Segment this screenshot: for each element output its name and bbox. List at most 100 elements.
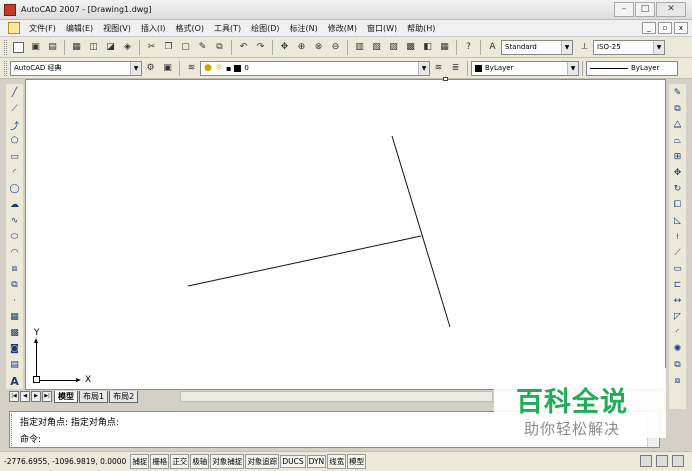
- toolbar-grip[interactable]: [4, 60, 7, 76]
- copy-object-icon[interactable]: ⧉: [671, 102, 685, 116]
- linetype-select[interactable]: ByLayer: [586, 60, 678, 76]
- explode-icon[interactable]: ✺: [671, 342, 685, 356]
- menu-insert[interactable]: 插入(I): [136, 23, 171, 34]
- drawing-area[interactable]: Y X: [25, 79, 666, 390]
- paste-icon[interactable]: ▢: [178, 40, 193, 55]
- polygon-icon[interactable]: ⬠: [8, 134, 22, 148]
- markup-icon[interactable]: ◧: [420, 40, 435, 55]
- scale-icon[interactable]: ⧠: [671, 198, 685, 212]
- make-current-layer-icon[interactable]: ≋: [431, 61, 446, 76]
- arc-icon[interactable]: ◜: [8, 166, 22, 180]
- doc-close-button[interactable]: x: [674, 22, 688, 34]
- menu-draw[interactable]: 绘图(D): [246, 23, 284, 34]
- menu-window[interactable]: 窗口(W): [362, 23, 402, 34]
- last-tab-icon[interactable]: ▶|: [42, 391, 52, 402]
- layer-previous-icon[interactable]: ≣: [448, 61, 463, 76]
- line-tool-icon[interactable]: ╱: [8, 86, 22, 100]
- layer-tools-icon[interactable]: ⧈: [671, 374, 685, 388]
- zoom-window-icon[interactable]: ⊗: [311, 40, 326, 55]
- ellipse-arc-icon[interactable]: ◠: [8, 246, 22, 260]
- revision-cloud-icon[interactable]: ☁: [8, 198, 22, 212]
- chamfer-icon[interactable]: ◸: [671, 310, 685, 324]
- block-editor-icon[interactable]: ⧉: [212, 40, 227, 55]
- workspace-select[interactable]: AutoCAD 经典 ▼: [10, 60, 142, 76]
- hatch-icon[interactable]: ▦: [8, 310, 22, 324]
- point-icon[interactable]: ·: [8, 294, 22, 308]
- layer-manager-icon[interactable]: ≋: [184, 61, 199, 76]
- command-window-grip[interactable]: [11, 414, 14, 446]
- polar-toggle[interactable]: 极轴: [190, 454, 210, 469]
- menu-edit[interactable]: 编辑(E): [61, 23, 98, 34]
- circle-icon[interactable]: ◯: [8, 182, 22, 196]
- toolbar-grip[interactable]: [4, 39, 7, 55]
- ortho-toggle[interactable]: 正交: [170, 454, 190, 469]
- pan-icon[interactable]: ✥: [277, 40, 292, 55]
- undo-icon[interactable]: ↶: [236, 40, 251, 55]
- otrack-toggle[interactable]: 对象追踪: [245, 454, 280, 469]
- model-toggle[interactable]: 模型: [347, 454, 367, 469]
- gradient-icon[interactable]: ▩: [8, 326, 22, 340]
- doc-restore-button[interactable]: ▫: [658, 22, 672, 34]
- command-prompt[interactable]: 命令:: [20, 432, 41, 445]
- multiline-text-icon[interactable]: A: [8, 374, 22, 388]
- match-properties-icon[interactable]: ✎: [195, 40, 210, 55]
- menu-help[interactable]: 帮助(H): [402, 23, 440, 34]
- spline-icon[interactable]: ∿: [8, 214, 22, 228]
- stretch-icon[interactable]: ◺: [671, 214, 685, 228]
- break-icon[interactable]: ⊏: [671, 278, 685, 292]
- tool-palettes-icon[interactable]: ▨: [386, 40, 401, 55]
- snap-toggle[interactable]: 捕捉: [130, 454, 150, 469]
- fillet-icon[interactable]: ◜: [671, 326, 685, 340]
- ducs-toggle[interactable]: DUCS: [280, 455, 306, 468]
- doc-minimize-button[interactable]: _: [642, 22, 656, 34]
- coordinate-readout[interactable]: -2776.6955, -1096.9819, 0.0000: [4, 457, 126, 466]
- dyn-toggle[interactable]: DYN: [306, 455, 327, 468]
- text-style-icon[interactable]: A: [485, 40, 500, 55]
- zoom-realtime-icon[interactable]: ⊕: [294, 40, 309, 55]
- save-icon[interactable]: ▤: [45, 40, 60, 55]
- tab-model[interactable]: 模型: [54, 390, 78, 403]
- rectangle-icon[interactable]: ▭: [8, 150, 22, 164]
- dim-style-select[interactable]: ISO-25 ▼: [593, 39, 665, 55]
- table-icon[interactable]: ▤: [8, 358, 22, 372]
- osnap-toggle[interactable]: 对象捕捉: [210, 454, 245, 469]
- workspace-settings-icon[interactable]: ⚙: [143, 61, 158, 76]
- drawing-line-a[interactable]: [187, 235, 422, 287]
- region-icon[interactable]: ◙: [8, 342, 22, 356]
- open-file-icon[interactable]: ▣: [28, 40, 43, 55]
- tab-layout2[interactable]: 布局2: [109, 390, 139, 403]
- break-at-point-icon[interactable]: ▭: [671, 262, 685, 276]
- offset-icon[interactable]: ⏢: [671, 134, 685, 148]
- construction-line-icon[interactable]: ⟋: [8, 102, 22, 116]
- lock-toolbar-icon[interactable]: [656, 455, 668, 467]
- cut-icon[interactable]: ✂: [144, 40, 159, 55]
- trim-icon[interactable]: ⟊: [671, 230, 685, 244]
- lineweight-toggle[interactable]: 线宽: [327, 454, 347, 469]
- make-block-icon[interactable]: ⧉: [8, 278, 22, 292]
- properties-icon[interactable]: ▥: [352, 40, 367, 55]
- menu-tools[interactable]: 工具(T): [209, 23, 246, 34]
- redo-icon[interactable]: ↷: [253, 40, 268, 55]
- menu-view[interactable]: 视图(V): [98, 23, 136, 34]
- layer-select[interactable]: ● ☼ ▪ 0 ▼: [200, 60, 430, 76]
- prev-tab-icon[interactable]: ◀: [20, 391, 30, 402]
- rotate-icon[interactable]: ↻: [671, 182, 685, 196]
- join-icon[interactable]: ↔: [671, 294, 685, 308]
- menu-modify[interactable]: 修改(M): [323, 23, 362, 34]
- design-center-icon[interactable]: ▧: [369, 40, 384, 55]
- copy-icon[interactable]: ❐: [161, 40, 176, 55]
- horizontal-scrollbar[interactable]: [180, 391, 493, 402]
- drawing-line-b[interactable]: [391, 135, 451, 328]
- menu-file[interactable]: 文件(F): [24, 23, 61, 34]
- print-icon[interactable]: ▦: [69, 40, 84, 55]
- ellipse-icon[interactable]: ⬭: [8, 230, 22, 244]
- communication-center-icon[interactable]: [640, 455, 652, 467]
- workspace-save-icon[interactable]: ▣: [160, 61, 175, 76]
- grid-toggle[interactable]: 栅格: [150, 454, 170, 469]
- menu-format[interactable]: 格式(O): [170, 23, 209, 34]
- text-style-select[interactable]: Standard ▼: [501, 39, 573, 55]
- zoom-previous-icon[interactable]: ⊖: [328, 40, 343, 55]
- document-icon[interactable]: [8, 22, 20, 34]
- erase-icon[interactable]: ✎: [671, 86, 685, 100]
- move-icon[interactable]: ✥: [671, 166, 685, 180]
